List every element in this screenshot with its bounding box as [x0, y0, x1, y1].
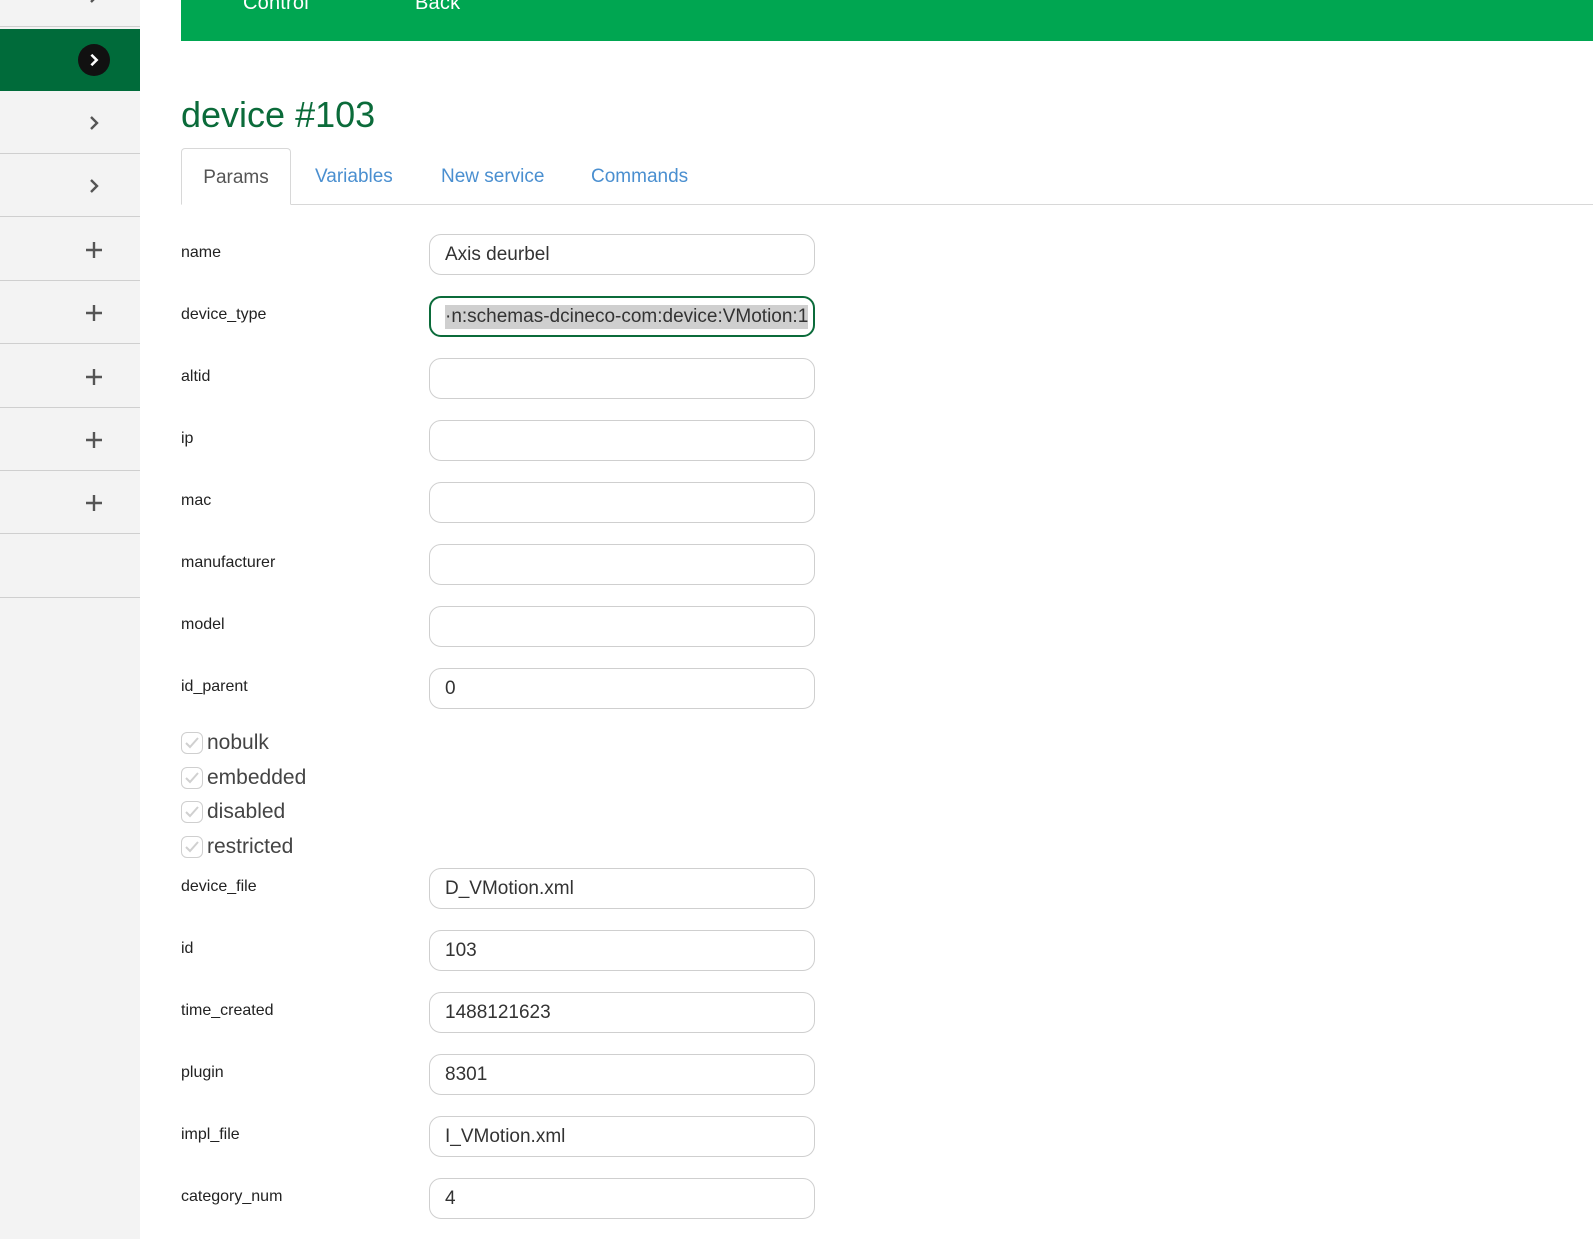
- label-category-num: category_num: [181, 1188, 283, 1205]
- device-type-field[interactable]: ·n:schemas-dcineco-com:device:VMotion:1: [429, 296, 815, 337]
- label-name: name: [181, 244, 222, 261]
- mac-field[interactable]: [429, 482, 815, 523]
- embedded-label: embedded: [207, 766, 307, 789]
- page-title: device #103: [181, 94, 376, 135]
- disabled-label: disabled: [207, 800, 286, 823]
- sidebar-item-9[interactable]: [0, 472, 140, 534]
- plugin-field[interactable]: [429, 1054, 815, 1095]
- chevron-right-icon: [78, 170, 110, 202]
- impl-file-field[interactable]: [429, 1116, 815, 1157]
- back-button[interactable]: Back: [415, 0, 460, 15]
- label-id-parent: id_parent: [181, 678, 248, 695]
- checkmark-icon: [185, 772, 199, 784]
- tab-commands[interactable]: Commands: [591, 148, 688, 205]
- embedded-row: embedded: [181, 762, 306, 794]
- tab-variables[interactable]: Variables: [315, 148, 393, 205]
- name-field[interactable]: [429, 234, 815, 275]
- embedded-checkbox[interactable]: [181, 767, 203, 789]
- tab-new-service[interactable]: New service: [441, 148, 544, 205]
- checkmark-icon: [185, 737, 199, 749]
- sidebar-item-1[interactable]: [0, 0, 140, 27]
- label-ip: ip: [181, 430, 194, 447]
- plus-icon: [78, 234, 110, 266]
- category-num-field[interactable]: [429, 1178, 815, 1219]
- restricted-label: restricted: [207, 835, 294, 858]
- label-model: model: [181, 616, 225, 633]
- nobulk-checkbox[interactable]: [181, 732, 203, 754]
- sidebar-item-4[interactable]: [0, 155, 140, 217]
- sidebar: [0, 0, 140, 1239]
- plus-icon: [78, 361, 110, 393]
- disabled-checkbox[interactable]: [181, 801, 203, 823]
- sidebar-item-7[interactable]: [0, 346, 140, 408]
- tab-params[interactable]: Params: [181, 148, 291, 205]
- checkmark-icon: [185, 806, 199, 818]
- label-device-file: device_file: [181, 878, 257, 895]
- label-mac: mac: [181, 492, 212, 509]
- disabled-row: disabled: [181, 796, 285, 828]
- id-parent-field[interactable]: [429, 668, 815, 709]
- sidebar-item-3[interactable]: [0, 92, 140, 154]
- chevron-right-icon: [78, 107, 110, 139]
- plus-icon: [78, 424, 110, 456]
- control-button[interactable]: Control: [243, 0, 309, 15]
- device-type-selected-text: ·n:schemas-dcineco-com:device:VMotion:1: [445, 304, 809, 329]
- checkmark-icon: [185, 841, 199, 853]
- label-plugin: plugin: [181, 1064, 224, 1081]
- ip-field[interactable]: [429, 420, 815, 461]
- manufacturer-field[interactable]: [429, 544, 815, 585]
- sidebar-item-6[interactable]: [0, 282, 140, 344]
- plus-icon: [78, 297, 110, 329]
- sidebar-item-empty: [0, 536, 140, 598]
- top-nav-bar: Control Back: [181, 0, 1593, 41]
- chevron-right-icon: [78, 44, 110, 76]
- label-manufacturer: manufacturer: [181, 554, 276, 571]
- nobulk-row: nobulk: [181, 727, 269, 759]
- sidebar-item-2-active[interactable]: [0, 29, 140, 91]
- nobulk-label: nobulk: [207, 731, 269, 754]
- sidebar-item-5[interactable]: [0, 219, 140, 281]
- model-field[interactable]: [429, 606, 815, 647]
- restricted-checkbox[interactable]: [181, 836, 203, 858]
- chevron-right-icon: [78, 0, 110, 12]
- label-altid: altid: [181, 368, 211, 385]
- label-id: id: [181, 940, 194, 957]
- label-device-type: device_type: [181, 306, 267, 323]
- label-impl-file: impl_file: [181, 1126, 240, 1143]
- id-field[interactable]: [429, 930, 815, 971]
- time-created-field[interactable]: [429, 992, 815, 1033]
- altid-field[interactable]: [429, 358, 815, 399]
- restricted-row: restricted: [181, 831, 293, 863]
- plus-icon: [78, 487, 110, 519]
- device-file-field[interactable]: [429, 868, 815, 909]
- label-time-created: time_created: [181, 1002, 274, 1019]
- sidebar-item-8[interactable]: [0, 409, 140, 471]
